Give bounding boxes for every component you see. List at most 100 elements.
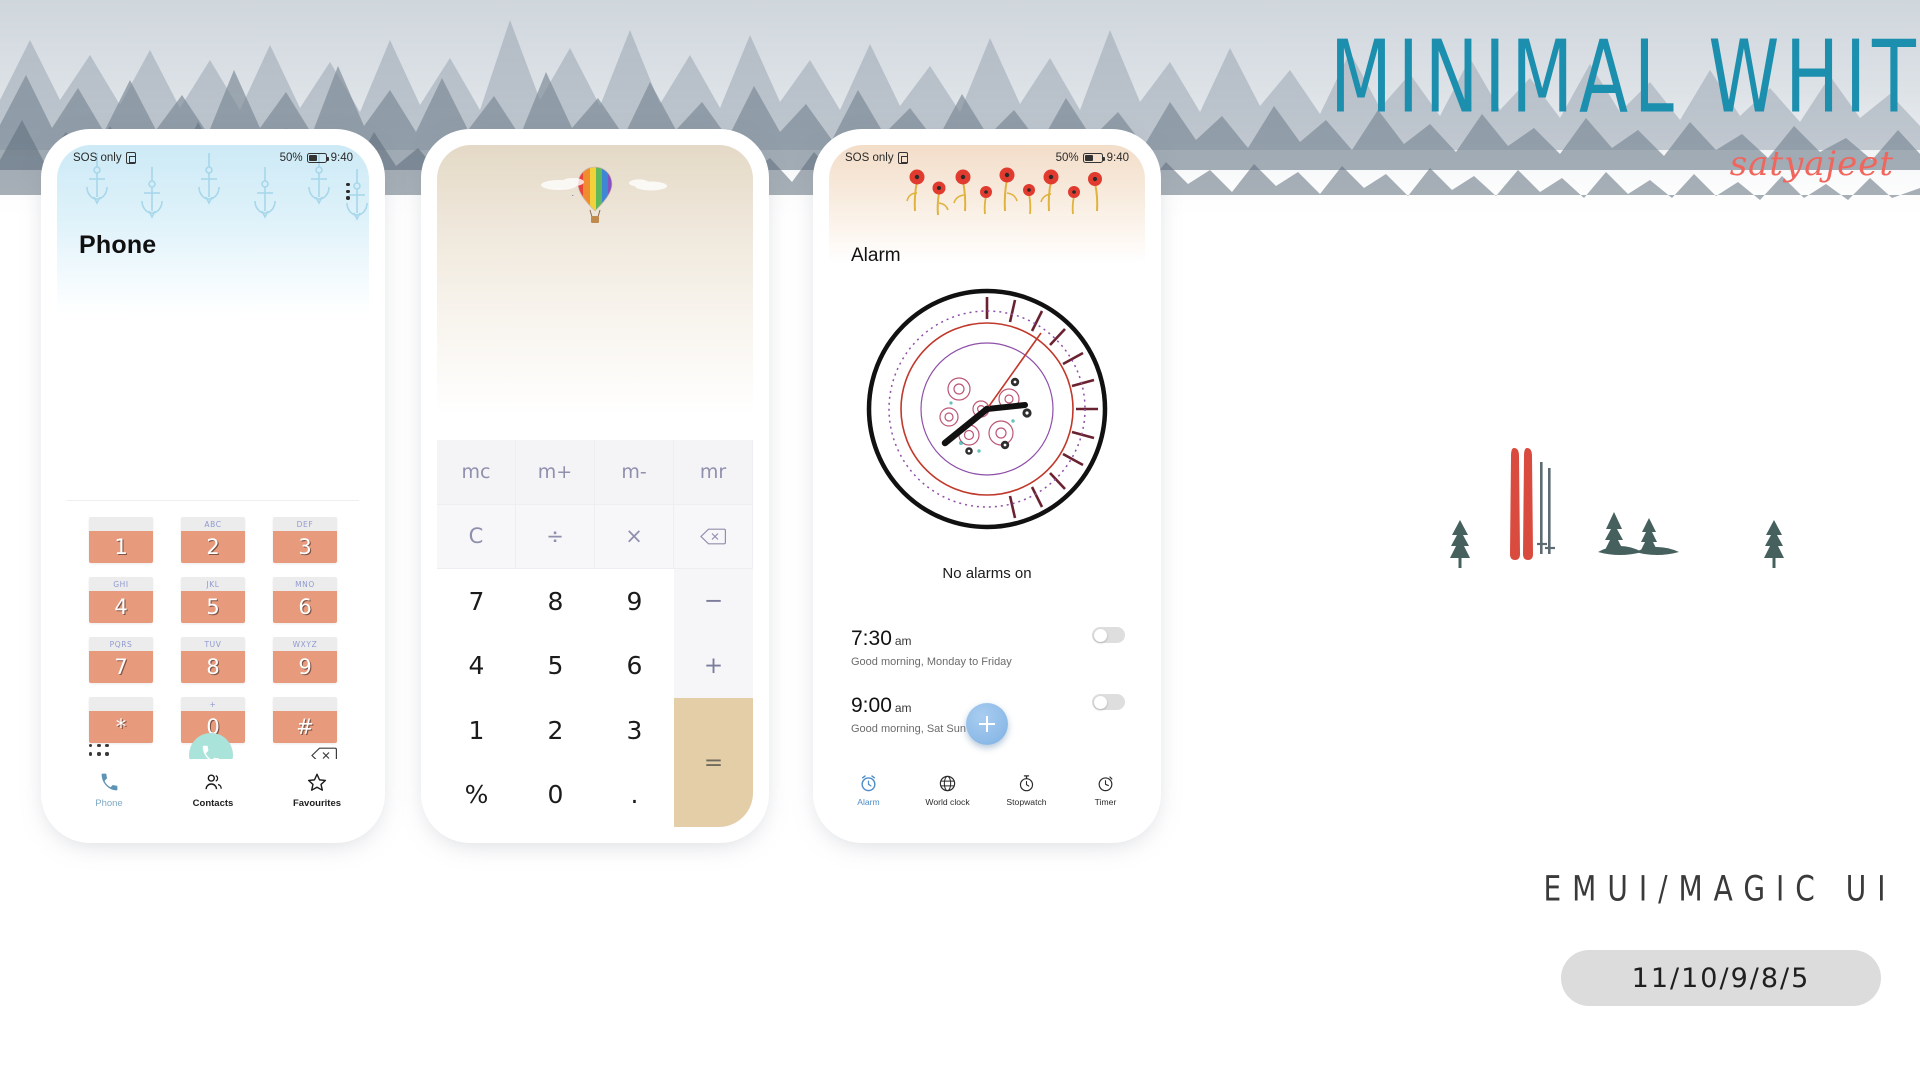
alarm-tab-bar: Alarm World clock Stopwatch Timer bbox=[829, 761, 1145, 819]
pine-tree-icon bbox=[1764, 520, 1784, 568]
sim-card-icon bbox=[125, 152, 136, 164]
dial-key-letters: JKL bbox=[181, 577, 245, 591]
dial-key-digit: 4 bbox=[89, 591, 153, 623]
phone-mockup-calculator: mc m+ m-mr C ÷ × 7 8 9− 4 5 6 +1 2 3 =% 0. bbox=[428, 136, 762, 836]
tab-label: Favourites bbox=[292, 797, 342, 809]
calc-key-C[interactable]: C bbox=[437, 504, 516, 569]
page-title: Phone bbox=[79, 231, 157, 259]
calc-key-6[interactable]: 6 bbox=[595, 633, 674, 698]
dial-key-digit: 8 bbox=[181, 651, 245, 683]
dial-key-digit: 6 bbox=[273, 591, 337, 623]
alarm-time: 7:30 am bbox=[851, 627, 912, 650]
cloud-decoration-icon bbox=[541, 178, 667, 191]
dialer-screen: SOS only 50% 9:40 Phone 1 ABC 2 DEF 3 GHI 4 JKL… bbox=[57, 145, 369, 827]
dial-key-8[interactable]: TUV 8 bbox=[181, 637, 245, 683]
tab-label: Alarm bbox=[857, 796, 880, 807]
calc-key-m-[interactable]: m- bbox=[595, 440, 674, 505]
clock-label: 9:40 bbox=[330, 152, 353, 164]
divider bbox=[67, 500, 359, 501]
calc-key-backspace[interactable] bbox=[674, 504, 753, 569]
tab-label: World clock bbox=[925, 796, 970, 807]
theme-author: satyajeet bbox=[1729, 144, 1894, 184]
battery-percent-label: 50% bbox=[279, 152, 303, 164]
theme-title: MINIMAL WHITE bbox=[1330, 19, 1920, 136]
dialer-status-bar: SOS only 50% 9:40 bbox=[57, 145, 369, 171]
calculator-screen: mc m+ m-mr C ÷ × 7 8 9− 4 5 6 +1 2 3 =% 0. bbox=[437, 145, 753, 827]
battery-percent-label: 50% bbox=[1055, 152, 1079, 164]
page-title: Alarm bbox=[851, 245, 901, 266]
calc-key-5[interactable]: 5 bbox=[516, 633, 595, 698]
dial-key-letters bbox=[273, 697, 337, 711]
dial-key-7[interactable]: PQRS 7 bbox=[89, 637, 153, 683]
calc-key-−[interactable]: − bbox=[674, 569, 753, 634]
tab-favourites[interactable]: Favourites bbox=[265, 772, 369, 809]
analog-clock bbox=[829, 285, 1145, 533]
version-badge: 11/10/9/8/5 bbox=[1561, 950, 1881, 1006]
dial-key-digit: 5 bbox=[181, 591, 245, 623]
calc-key-7[interactable]: 7 bbox=[437, 569, 516, 634]
version-label: 11/10/9/8/5 bbox=[1631, 962, 1811, 994]
calc-key-mr[interactable]: mr bbox=[674, 440, 753, 505]
no-alarms-status: No alarms on bbox=[942, 565, 1032, 582]
pine-tree-icon bbox=[1450, 520, 1470, 568]
contacts-icon bbox=[204, 773, 222, 789]
branding-block: MINIMAL WHITE satyajeet bbox=[1330, 19, 1920, 188]
dial-key-letters: + bbox=[181, 697, 245, 711]
calc-key-×[interactable]: × bbox=[595, 504, 674, 569]
calc-key-.[interactable]: . bbox=[595, 762, 674, 827]
tab-label: Contacts bbox=[192, 797, 234, 809]
calc-key-2[interactable]: 2 bbox=[516, 698, 595, 763]
dial-key-letters bbox=[89, 517, 153, 531]
alarm-toggle[interactable] bbox=[1092, 627, 1125, 643]
dial-key-1[interactable]: 1 bbox=[89, 517, 153, 563]
calc-key-8[interactable]: 8 bbox=[516, 569, 595, 634]
tab-timer[interactable]: Timer bbox=[1066, 774, 1145, 807]
timer-icon bbox=[1098, 775, 1113, 791]
dial-key-3[interactable]: DEF 3 bbox=[273, 517, 337, 563]
battery-icon bbox=[306, 153, 329, 163]
calc-key-mc[interactable]: mc bbox=[437, 440, 516, 505]
calc-key-4[interactable]: 4 bbox=[437, 633, 516, 698]
dial-key-letters: MNO bbox=[273, 577, 337, 591]
calc-key-0[interactable]: 0 bbox=[516, 762, 595, 827]
calculator-display-area bbox=[437, 145, 753, 440]
alarm-meridiem: am bbox=[894, 634, 912, 648]
dial-key-letters: ABC bbox=[181, 517, 245, 531]
calc-key-9[interactable]: 9 bbox=[595, 569, 674, 634]
calc-key-m+[interactable]: m+ bbox=[516, 440, 595, 505]
tab-phone[interactable]: Phone bbox=[57, 772, 161, 809]
dial-key-5[interactable]: JKL 5 bbox=[181, 577, 245, 623]
calc-key-÷[interactable]: ÷ bbox=[516, 504, 595, 569]
dial-key-digit: 7 bbox=[89, 651, 153, 683]
globe-icon bbox=[939, 775, 956, 791]
tab-contacts[interactable]: Contacts bbox=[161, 772, 265, 809]
calc-key-1[interactable]: 1 bbox=[437, 698, 516, 763]
alarm-status-bar: SOS only 50% 9:40 bbox=[829, 145, 1145, 171]
calc-key-3[interactable]: 3 bbox=[595, 698, 674, 763]
wallpaper-preview-canvas: MINIMAL WHITE satyajeet SOS only 50% 9:4… bbox=[0, 0, 1920, 1080]
calc-key-+[interactable]: + bbox=[674, 633, 753, 698]
tab-world-clock[interactable]: World clock bbox=[908, 774, 987, 807]
carrier-label: SOS only bbox=[73, 152, 122, 164]
dial-key-letters: WXYZ bbox=[273, 637, 337, 651]
alarm-row[interactable]: 7:30 am Good morning, Monday to Friday bbox=[851, 615, 1125, 682]
tab-stopwatch[interactable]: Stopwatch bbox=[987, 774, 1066, 807]
alarm-toggle[interactable] bbox=[1092, 694, 1125, 710]
platform-label: EMUI/MAGIC UI bbox=[1543, 868, 1897, 910]
add-alarm-button[interactable] bbox=[966, 703, 1008, 745]
tab-label: Phone bbox=[95, 797, 123, 809]
dial-key-6[interactable]: MNO 6 bbox=[273, 577, 337, 623]
dial-key-4[interactable]: GHI 4 bbox=[89, 577, 153, 623]
dialer-tab-bar: Phone Contacts Favourites bbox=[57, 759, 369, 821]
overflow-menu-icon[interactable] bbox=[341, 183, 355, 201]
skis-icon bbox=[1510, 448, 1555, 560]
phone-mockup-dialer: SOS only 50% 9:40 Phone 1 ABC 2 DEF 3 GHI 4 JKL… bbox=[48, 136, 378, 836]
calc-key-%[interactable]: % bbox=[437, 762, 516, 827]
dial-key-2[interactable]: ABC 2 bbox=[181, 517, 245, 563]
calc-key-=[interactable]: = bbox=[674, 698, 753, 827]
tab-alarm[interactable]: Alarm bbox=[829, 774, 908, 807]
alarm-description: Good morning, Monday to Friday bbox=[851, 656, 1012, 668]
dial-key-9[interactable]: WXYZ 9 bbox=[273, 637, 337, 683]
phone-icon bbox=[101, 773, 117, 790]
dial-key-digit: 1 bbox=[89, 531, 153, 563]
